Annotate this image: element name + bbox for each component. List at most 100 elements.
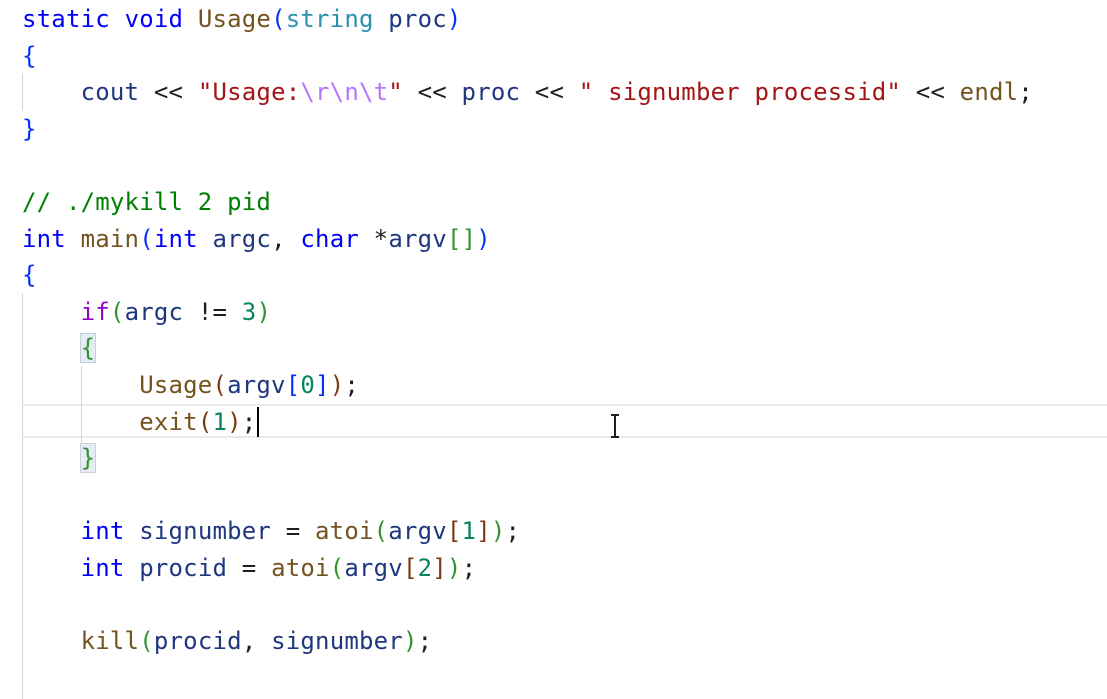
code-token: { (79, 333, 97, 364)
code-token: ( (139, 224, 154, 253)
code-token: atoi (315, 517, 374, 546)
code-token: ; (344, 371, 359, 399)
code-token: ( (109, 297, 125, 326)
code-token: argv (344, 554, 403, 582)
code-token: } (22, 114, 37, 143)
code-line[interactable]: } (22, 440, 97, 476)
code-token: << (139, 78, 198, 107)
code-token: 2 (417, 554, 433, 582)
code-token: ) (256, 297, 272, 326)
code-token: Usage (139, 371, 213, 399)
code-token: << (402, 78, 462, 107)
code-token: ( (373, 517, 389, 546)
code-token: int (80, 554, 125, 582)
code-line[interactable]: { (22, 330, 97, 366)
code-token: ) (402, 627, 418, 656)
code-line[interactable]: if(argc != 3) (22, 294, 271, 330)
code-editor[interactable]: static void Usage(string proc) { cout << … (0, 0, 1107, 699)
code-token: ( (271, 5, 286, 33)
code-token: " (388, 78, 403, 107)
code-token: ; (461, 554, 477, 582)
code-line[interactable]: Usage(argv[0]); (22, 367, 359, 403)
code-token: ( (197, 407, 213, 436)
code-token: proc (388, 5, 447, 33)
code-token: signumber (271, 627, 403, 656)
code-token: << (520, 78, 579, 107)
code-token: ( (139, 627, 154, 656)
code-line[interactable]: kill(procid, signumber); (22, 623, 432, 659)
code-token: argv (388, 517, 447, 546)
code-token: 1 (212, 407, 228, 436)
code-token: 0 (300, 371, 316, 399)
code-token: void (124, 5, 184, 33)
text-caret (257, 407, 259, 437)
code-token: , (241, 627, 272, 656)
code-token: [ (446, 517, 462, 546)
code-line[interactable]: exit(1); (22, 404, 256, 440)
code-token: , (271, 224, 301, 253)
code-token: = (227, 554, 272, 582)
code-line[interactable]: { (22, 38, 37, 74)
code-token: ) (476, 224, 491, 253)
code-line[interactable]: cout << "Usage:\r\n\t" << proc << " sign… (22, 74, 1033, 110)
code-line[interactable]: int signumber = atoi(argv[1]); (22, 513, 520, 549)
code-token: ( (212, 371, 228, 399)
code-token: atoi (271, 554, 330, 582)
code-line[interactable]: int procid = atoi(argv[2]); (22, 550, 476, 586)
code-token: ; (417, 627, 433, 656)
code-token: int (153, 224, 198, 253)
code-token: " signumber processid" (578, 78, 902, 107)
code-token: ) (446, 5, 462, 33)
code-token: argc (212, 224, 272, 253)
code-token: static (22, 5, 110, 33)
code-token: signumber (139, 517, 272, 546)
code-token: ; (241, 407, 257, 436)
code-token: char (300, 224, 360, 253)
code-token: \r\n\t (300, 78, 389, 107)
code-token: ; (505, 517, 521, 546)
code-token: ( (329, 554, 345, 582)
code-token: ) (446, 554, 462, 582)
code-token: argc (124, 297, 184, 326)
code-token: = (271, 517, 316, 546)
code-token: procid (153, 627, 242, 656)
code-token: procid (139, 554, 228, 582)
code-token: if (80, 297, 110, 326)
code-token: ) (490, 517, 506, 546)
code-token: [ (402, 554, 418, 582)
text-ibeam-cursor-icon (611, 414, 619, 438)
code-token: ) (227, 407, 242, 436)
code-token: Usage (197, 5, 272, 33)
code-line[interactable]: } (22, 111, 37, 147)
code-line[interactable]: // ./mykill 2 pid (22, 184, 271, 220)
code-token: exit (139, 407, 198, 436)
code-token: proc (461, 78, 521, 107)
code-token: int (22, 224, 66, 253)
code-token: { (22, 41, 37, 70)
code-token: << (901, 78, 960, 107)
code-token: ] (476, 517, 491, 546)
code-line[interactable]: int main(int argc, char *argv[]) (22, 221, 491, 257)
code-token: 3 (241, 297, 257, 326)
code-line[interactable]: { (22, 257, 37, 293)
code-token: // ./mykill 2 pid (22, 188, 272, 216)
code-token: endl (959, 78, 1019, 107)
code-token: "Usage: (197, 78, 301, 107)
code-token: argv (388, 224, 447, 253)
code-token: } (79, 443, 97, 474)
code-token: * (359, 224, 389, 253)
code-token: != (183, 297, 242, 326)
code-line[interactable]: static void Usage(string proc) (22, 1, 462, 37)
